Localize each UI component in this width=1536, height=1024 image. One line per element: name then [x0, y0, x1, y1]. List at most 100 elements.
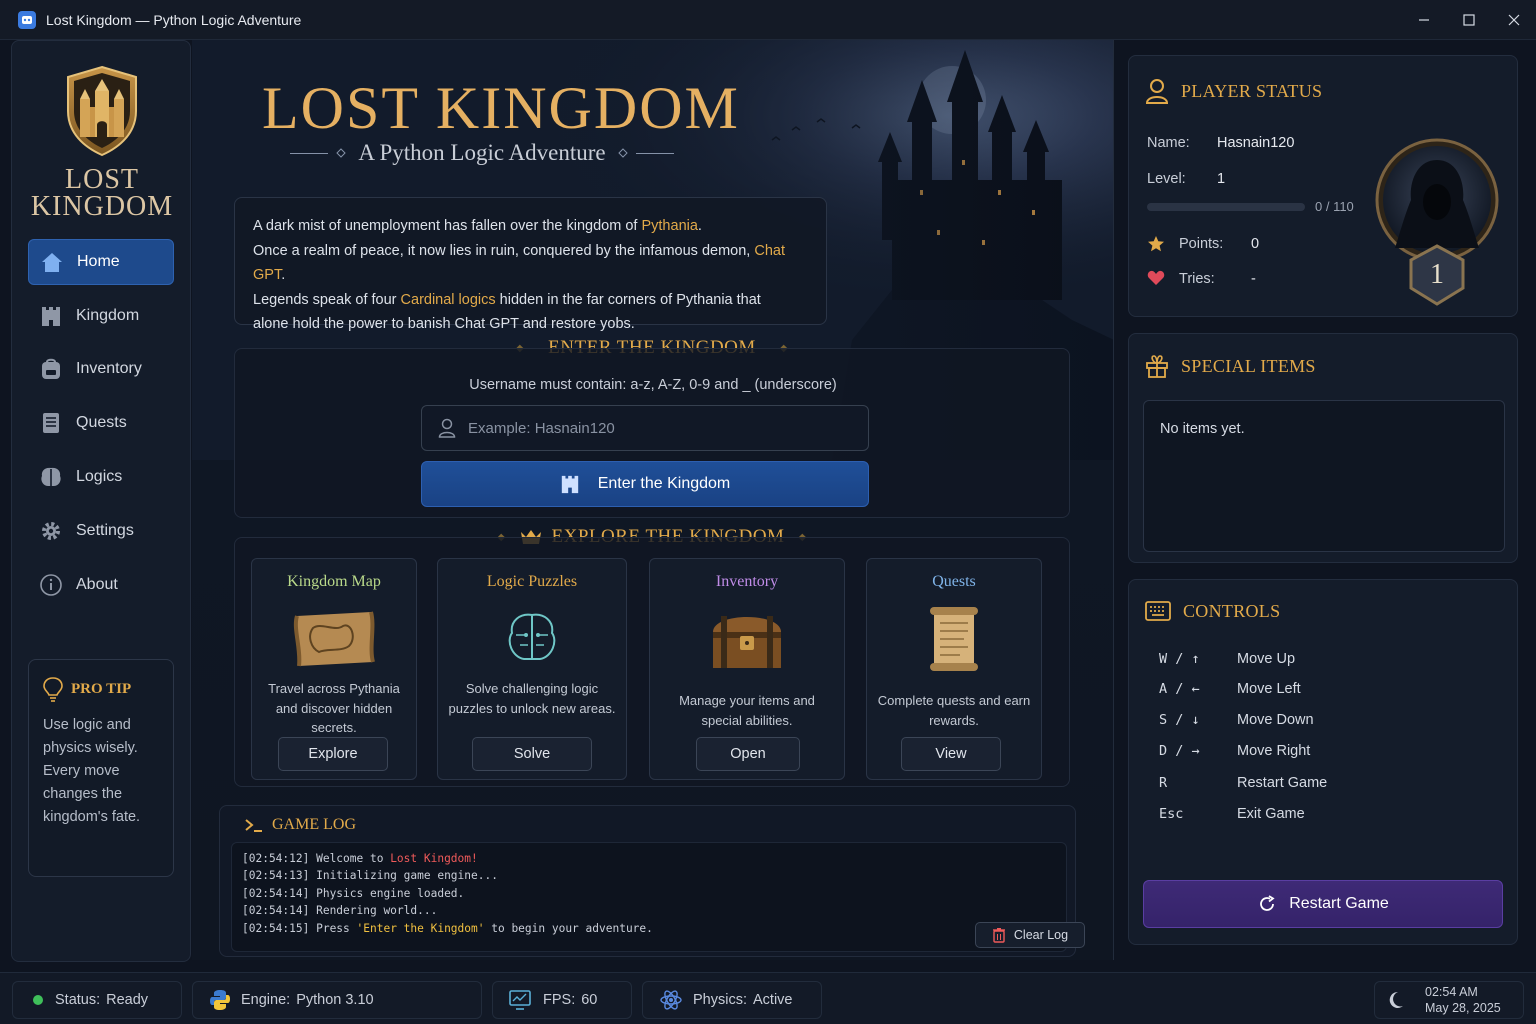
control-action: Move Left — [1237, 681, 1301, 697]
heart-icon — [1147, 270, 1165, 285]
control-key: S / ↓ — [1159, 712, 1200, 728]
view-button[interactable]: View — [901, 737, 1001, 771]
treasure-chest-icon — [650, 603, 844, 675]
logo-line-1: LOST — [65, 164, 139, 195]
special-items-list: No items yet. — [1143, 400, 1505, 552]
player-points: 0 — [1251, 236, 1260, 252]
sidebar-item-label: Inventory — [76, 360, 142, 377]
sidebar-item-kingdom[interactable]: Kingdom — [28, 293, 174, 339]
control-action: Move Down — [1237, 712, 1314, 728]
game-log-output: [02:54:12] Welcome to Lost Kingdom! [02:… — [231, 842, 1067, 952]
window-title: Lost Kingdom — Python Logic Adventure — [46, 11, 302, 28]
log-line: [02:54:14] Physics engine loaded. — [242, 886, 465, 900]
open-button[interactable]: Open — [696, 737, 800, 771]
control-action: Restart Game — [1237, 775, 1328, 791]
sidebar-item-label: Settings — [76, 522, 134, 539]
home-icon — [39, 249, 65, 275]
user-icon — [438, 418, 456, 438]
sidebar-item-quests[interactable]: Quests — [28, 400, 174, 446]
sidebar-item-logics[interactable]: Logics — [28, 454, 174, 500]
username-input[interactable] — [468, 419, 848, 437]
card-kingdom-map: Kingdom Map Travel across Pythania and d… — [251, 558, 417, 780]
avatar: 1 — [1375, 136, 1499, 306]
logo-line-2: KINGDOM — [30, 191, 174, 222]
brain-circuit-icon — [438, 603, 626, 675]
enter-kingdom-panel: Username must contain: a-z, A-Z, 0-9 and… — [234, 348, 1070, 518]
sidebar-item-label: Home — [77, 253, 120, 270]
sidebar-logo: LOST KINGDOM — [12, 65, 192, 222]
points-label: Points: — [1179, 236, 1224, 252]
star-icon — [1148, 236, 1164, 252]
control-key: W / ↑ — [1159, 651, 1200, 667]
tries-label: Tries: — [1179, 271, 1215, 287]
username-rules: Username must contain: a-z, A-Z, 0-9 and… — [469, 377, 837, 393]
sidebar-item-about[interactable]: About — [28, 562, 174, 608]
controls-panel: CONTROLS W / ↑ Move Up A / ← Move Left S /… — [1128, 579, 1518, 945]
physics-value: Active — [753, 992, 793, 1008]
card-description: Solve challenging logic puzzles to unloc… — [448, 681, 616, 716]
physics-indicator: Physics: Active — [642, 981, 822, 1019]
close-button[interactable] — [1491, 0, 1536, 40]
card-description: Complete quests and earn rewards. — [877, 693, 1031, 728]
username-field[interactable] — [421, 405, 869, 451]
player-status-title: PLAYER STATUS — [1181, 80, 1323, 101]
special-items-header: SPECIAL ITEMS — [1145, 354, 1316, 378]
level-label: Level: — [1147, 171, 1186, 187]
minimize-button[interactable] — [1401, 0, 1446, 40]
story-text: Legends speak of four — [253, 291, 401, 308]
control-action: Exit Game — [1237, 806, 1305, 822]
sidebar-item-home[interactable]: Home — [28, 239, 174, 285]
controls-header: CONTROLS — [1145, 600, 1280, 622]
restart-game-button[interactable]: Restart Game — [1143, 880, 1503, 928]
keyboard-icon — [1145, 600, 1171, 622]
card-inventory: Inventory Manage your items and special … — [649, 558, 845, 780]
trash-icon — [992, 928, 1005, 943]
player-tries: - — [1251, 271, 1256, 287]
control-action: Move Up — [1237, 651, 1296, 667]
clock-time: 02:54 AM — [1425, 985, 1478, 999]
fps-label: FPS: — [543, 992, 576, 1008]
sidebar-item-label: About — [76, 576, 118, 593]
gear-icon — [38, 518, 64, 544]
brain-icon — [38, 464, 64, 490]
story-text: . — [697, 218, 702, 234]
story-text: A dark mist of unemployment has fallen o… — [253, 218, 642, 234]
card-title: Logic Puzzles — [486, 573, 578, 590]
control-key: R — [1159, 775, 1168, 791]
control-row-move-right: D / → Move Right — [1159, 743, 1499, 759]
status-label: Status: — [55, 992, 101, 1008]
diamond-icon — [617, 148, 628, 158]
main-content: LOST KINGDOM A Python Logic Adventure A … — [192, 40, 1114, 960]
card-quests: Quests Complete quests and earn rewards.… — [866, 558, 1042, 780]
xp-progress-bar — [1147, 203, 1305, 211]
clear-log-button[interactable]: Clear Log — [975, 922, 1085, 948]
game-log-panel: GAME LOG [02:54:12] Welcome to Lost King… — [219, 805, 1085, 957]
player-level: 1 — [1217, 171, 1226, 187]
sidebar-item-inventory[interactable]: Inventory — [28, 346, 174, 392]
restart-game-label: Restart Game — [1289, 895, 1389, 912]
clear-log-label: Clear Log — [1013, 928, 1069, 942]
card-title: Kingdom Map — [287, 573, 381, 590]
pro-tip-text: Use logic and physics wisely. Every move… — [43, 717, 141, 825]
story-box: A dark mist of unemployment has fallen o… — [234, 197, 827, 332]
explore-button[interactable]: Explore — [278, 737, 388, 771]
control-key: A / ← — [1159, 681, 1200, 697]
maximize-button[interactable] — [1446, 0, 1491, 40]
card-title: Quests — [932, 573, 976, 590]
enter-kingdom-label: Enter the Kingdom — [597, 475, 731, 492]
player-status-header: PLAYER STATUS — [1145, 78, 1322, 104]
quest-scroll-icon — [867, 603, 1041, 675]
pro-tip-panel: PRO TIP Use logic and physics wisely. Ev… — [28, 659, 174, 877]
sidebar-item-settings[interactable]: Settings — [28, 508, 174, 554]
status-bar: Status: Ready Engine: Python 3.10 FPS: 6… — [0, 972, 1536, 1024]
special-items-empty: No items yet. — [1160, 421, 1245, 437]
moon-icon — [1389, 991, 1403, 1008]
enter-kingdom-button[interactable]: Enter the Kingdom — [421, 461, 869, 507]
card-title: Inventory — [715, 573, 779, 590]
hero-subtitle: A Python Logic Adventure — [282, 140, 682, 166]
gift-icon — [1145, 354, 1169, 378]
log-line: [02:54:12] Welcome to Lost Kingdom! — [242, 852, 478, 865]
solve-button[interactable]: Solve — [472, 737, 592, 771]
player-status-panel: PLAYER STATUS Name: Hasnain120 Level: 1 … — [1128, 55, 1518, 317]
name-label: Name: — [1147, 135, 1190, 151]
